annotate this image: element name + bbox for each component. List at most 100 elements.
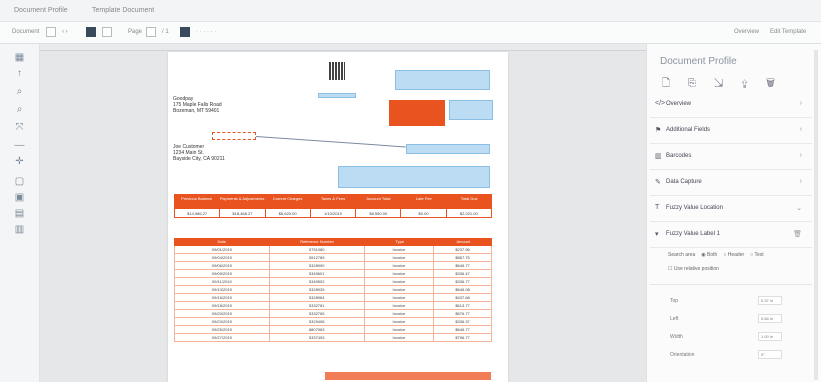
upload-icon[interactable]: ⇪ [741,78,766,89]
image-icon[interactable]: ▣ [13,192,26,203]
save-icon[interactable] [86,27,96,37]
table-cell: $646.77 [455,263,470,268]
section-barcodes[interactable]: ▥ Barcodes › [650,144,812,170]
section-label: Overview [666,101,692,107]
summary-header: Late Fee [415,196,432,201]
table-cell: Invoice [365,270,435,277]
ruler [40,44,646,51]
qr-selection-field[interactable] [318,93,356,98]
table-row: 09/01/2019 5751080 Invoice $237.96 [174,246,492,254]
table-cell: $646.08 [455,287,470,292]
document-select[interactable] [46,27,56,37]
subsection-fuzzy-value-label[interactable]: ▾ Fuzzy Value Label 1 🗑 [650,222,812,248]
code-icon: </> [655,100,666,107]
relative-position-checkbox[interactable]: ☐ Use relative position [668,266,719,272]
fit-icon[interactable]: ⤧ [13,122,26,133]
table-cell: 09/16/2019 [175,294,270,301]
table-cell: $796.77 [455,335,470,340]
recipient-city: Bayside City, CA 90211 [173,156,225,162]
overview-button[interactable]: Overview [734,29,759,35]
account-capture-field[interactable] [449,100,493,120]
radio-header[interactable]: ○ Header [723,252,744,258]
radio-both[interactable]: ◉ Both [701,252,717,258]
table-cell: Invoice [365,302,435,309]
width-input[interactable]: 1.00 in [758,332,782,341]
table-row: 09/06/2019 5328990 Invoice $646.77 [174,262,492,270]
edit-template-button[interactable]: Edit Template [770,29,806,35]
chevron-down-icon: ⌄ [796,205,802,212]
table-row: 09/18/2019 5332781 Invoice $613.77 [174,302,492,310]
table-cell: 5337493 [270,334,365,341]
section-label: Fuzzy Value Location [666,205,723,211]
tab-template-document[interactable]: Template Document [92,7,154,14]
summary-value: $14,986.27 [175,209,221,217]
radio-text[interactable]: ○ Text [750,252,764,258]
section-additional-fields[interactable]: ⚑ Additional Fields › [650,118,812,144]
table-cell: 09/04/2019 [175,254,270,261]
orientation-input[interactable]: 0° [758,350,782,359]
chevron-left-icon[interactable]: ‹ › [62,29,68,35]
doc-options-icon[interactable] [102,27,112,37]
zoom-out-icon[interactable]: ⌕ [13,104,26,115]
subsection-label: Fuzzy Value Label 1 [666,231,720,237]
crosshair-icon[interactable]: ✛ [13,156,26,167]
table-cell: $867.75 [455,255,470,260]
summary-header: Current Charges [272,196,303,201]
header-capture-field[interactable] [395,70,490,90]
delete-icon[interactable]: 🗑 [793,230,802,238]
table-cell: 09/18/2019 [175,302,270,309]
tab-document-profile[interactable]: Document Profile [14,7,68,14]
table-cell: 09/09/2019 [175,270,270,277]
delete-icon[interactable]: 🗑 [766,78,793,89]
line-icon[interactable]: — [13,140,26,151]
qr-code [329,62,345,80]
table-cell: 5328964 [270,294,365,301]
table-icon[interactable]: ▥ [13,224,26,235]
checkbox-label: Use relative position [673,266,719,272]
panel-scrollbar[interactable] [814,50,818,380]
recipient-capture-field[interactable] [406,144,490,154]
zoom-in-icon[interactable]: ⌕ [13,86,26,97]
section-data-capture[interactable]: ✎ Data Capture › [650,170,812,196]
page-icon[interactable]: 🗋 [662,78,688,89]
copy-icon[interactable]: ⎘ [688,78,714,89]
table-row: 09/13/2019 5328939 Invoice $646.08 [174,286,492,294]
summary-header: Total Due [460,196,478,201]
pointer-icon[interactable]: ↑ [13,68,26,79]
section-label: Barcodes [666,153,692,159]
table-cell: Invoice [365,254,435,261]
field-label: Left [670,316,679,322]
table-cell: 5332781 [270,302,365,309]
table-row: 09/23/2019 5329408 Invoice $336.37 [174,318,492,326]
page-input[interactable] [146,27,156,37]
summary-header: Account Total [366,196,391,201]
chevron-down-icon: ▾ [655,231,659,238]
table-cell: 09/23/2019 [175,318,270,325]
table-cell: Invoice [365,286,435,293]
summary-value: $2,021.00 [459,211,478,216]
table-row: 09/09/2019 5349601 Invoice $336.47 [174,270,492,278]
field-label: Top [670,298,679,304]
summary-value: 1/10/2019 [311,209,357,217]
grid-icon[interactable]: ▦ [13,52,26,63]
table-cell: 5332765 [270,310,365,317]
chevron-right-icon: › [799,126,802,133]
table-row: 09/20/2019 5332765 Invoice $576.77 [174,310,492,318]
left-input[interactable]: 0.84 in [758,314,782,323]
anchor-selection[interactable] [212,132,256,140]
picture-icon[interactable]: ▤ [13,208,26,219]
frame-icon[interactable]: ▢ [13,176,26,187]
table-cell: $336.77 [455,279,470,284]
amount-capture-field[interactable] [338,166,490,188]
table-cell: Invoice [365,326,435,333]
table-cell: 8807963 [270,326,365,333]
section-fuzzy-value-location[interactable]: T Fuzzy Value Location ⌄ [650,196,812,222]
table-cell: 5349601 [270,270,365,277]
top-input[interactable]: 0.37 in [758,296,782,305]
table-cell: 09/27/2019 [175,334,270,341]
table-cell: 09/06/2019 [175,262,270,269]
radio-label: Header [727,252,745,258]
section-overview[interactable]: </> Overview › [650,92,812,118]
export-icon[interactable]: ⇲ [714,78,741,89]
page-action-icon[interactable] [180,27,190,37]
